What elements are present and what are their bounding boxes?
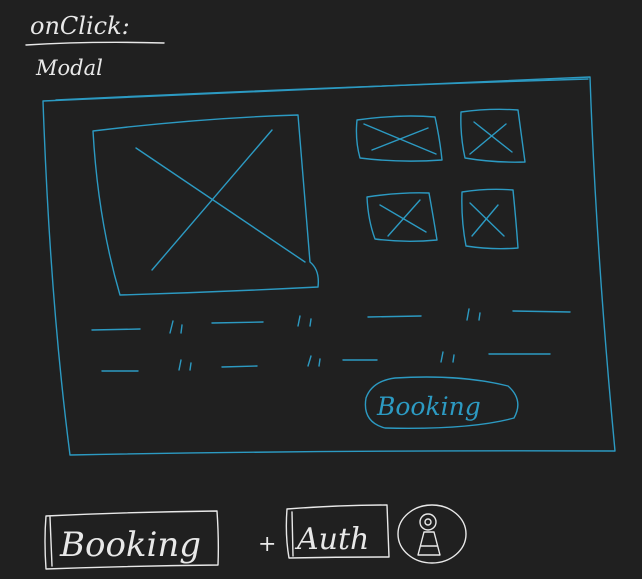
header-line1: onClick: <box>30 12 130 40</box>
plus-sign: + <box>258 532 276 557</box>
thumbnail-2 <box>460 108 526 163</box>
thumbnail-4 <box>461 188 519 250</box>
modal-frame <box>42 76 616 456</box>
wireframe-sketch: onClick: Modal Booking Booking + Auth <box>25 12 616 570</box>
text-placeholder-row-1 <box>91 308 571 334</box>
booking-button-label: Booking <box>376 392 481 421</box>
thumbnail-grid <box>355 108 526 250</box>
auth-component-label: Auth <box>294 522 369 557</box>
thumbnail-3 <box>366 192 438 242</box>
booking-component: Booking <box>44 510 220 570</box>
main-image-cross-a <box>135 147 306 263</box>
booking-component-label: Booking <box>59 525 201 565</box>
text-placeholder-row-2 <box>101 351 551 372</box>
header-line2: Modal <box>35 56 103 80</box>
main-image-placeholder <box>92 114 320 296</box>
header-note: onClick: Modal <box>25 12 165 80</box>
user-icon <box>397 504 467 564</box>
header-underline <box>25 41 165 46</box>
main-image-box <box>92 114 320 296</box>
thumbnail-1 <box>355 115 443 162</box>
modal-wireframe: Booking <box>42 76 616 456</box>
auth-component: Auth <box>285 504 390 559</box>
modal-top-edge <box>55 78 589 101</box>
footer-components: Booking + Auth <box>44 504 467 570</box>
booking-button-sketch[interactable]: Booking <box>364 376 519 429</box>
main-image-cross-b <box>151 129 273 271</box>
